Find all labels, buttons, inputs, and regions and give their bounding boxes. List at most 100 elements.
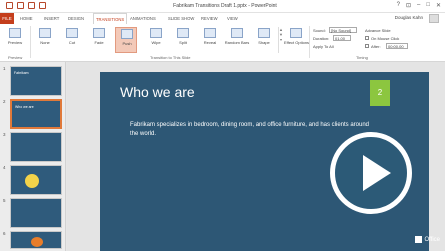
tab-slide-show[interactable]: SLIDE SHOW	[168, 13, 194, 24]
none-transition-icon	[39, 28, 51, 38]
slide-number: 4	[3, 165, 6, 170]
orange-shape-image	[31, 237, 43, 247]
window-controls: ? ⊡ – □ ✕	[397, 2, 441, 9]
slide-thumbnail[interactable]	[10, 231, 62, 249]
redo-icon[interactable]	[28, 2, 35, 9]
transition-cut[interactable]: Cut	[61, 27, 83, 53]
ribbon-tabs: FILE HOME INSERT DESIGN TRANSITIONS ANIM…	[0, 13, 445, 24]
tab-review[interactable]: REVIEW	[201, 13, 218, 24]
preview-icon	[9, 28, 21, 38]
gallery-more-button[interactable]: ▲ ▼ ▾	[278, 27, 283, 53]
group-label-transition: Transition to This Slide	[150, 55, 191, 60]
tab-transitions[interactable]: TRANSITIONS	[93, 13, 128, 24]
save-icon[interactable]	[6, 2, 13, 9]
transition-label: Shape	[258, 40, 270, 45]
slide-number: 3	[3, 132, 6, 137]
group-label-preview: Preview	[8, 55, 23, 60]
transition-label: Cut	[68, 40, 76, 45]
user-name[interactable]: Douglas Kahn	[395, 15, 423, 20]
play-icon	[363, 155, 391, 191]
sound-dropdown[interactable]: [No Sound]	[329, 27, 357, 33]
preview-button[interactable]: Preview	[4, 27, 26, 53]
watermark-text: Office	[424, 237, 440, 244]
split-transition-icon	[177, 28, 189, 38]
slide-body-text[interactable]: Fabrikam specializes in bedroom, dining …	[130, 121, 370, 138]
slide-number: 2	[3, 99, 6, 104]
document-title: Fabrikam Transitions Draft 1.pptx - Powe…	[173, 3, 277, 9]
slide-number: 1	[3, 66, 6, 71]
random-bars-transition-icon	[231, 28, 243, 38]
wipe-transition-icon	[150, 28, 162, 38]
sound-label: Sound:	[313, 28, 326, 33]
pie-chart-image	[25, 174, 39, 188]
thumbnail-title: Fabrikam	[14, 71, 29, 75]
title-bar: Fabrikam Transitions Draft 1.pptx - Powe…	[0, 0, 445, 13]
divider	[30, 26, 31, 58]
slide-thumbnail-panel: 1 Fabrikam 2 Who we are 3 4 5 6	[0, 62, 66, 251]
office-watermark: Office	[415, 236, 440, 243]
slide-number-badge: 2	[370, 80, 390, 106]
slide-thumbnail[interactable]	[10, 165, 62, 195]
slide-title[interactable]: Who we are	[120, 84, 195, 100]
tab-animations[interactable]: ANIMATIONS	[130, 13, 156, 24]
group-label-timing: Timing	[356, 55, 368, 60]
ribbon-display-icon[interactable]: ⊡	[406, 2, 411, 9]
effect-options-label: Effect Options	[284, 40, 310, 45]
reveal-transition-icon	[204, 28, 216, 38]
after-time-input[interactable]: 00:00.00	[386, 43, 408, 49]
slide-thumbnail-selected[interactable]: Who we are	[10, 99, 62, 129]
transition-random-bars[interactable]: Random Bars	[224, 27, 250, 53]
slide-number: 6	[3, 231, 6, 236]
slide-thumbnail[interactable]	[10, 198, 62, 228]
transition-fade[interactable]: Fade	[88, 27, 110, 53]
help-icon[interactable]: ?	[397, 2, 400, 9]
tab-file[interactable]: FILE	[0, 13, 14, 24]
tab-insert[interactable]: INSERT	[44, 13, 59, 24]
transition-label: Split	[179, 40, 187, 45]
on-mouse-click-label: On Mouse Click	[371, 36, 400, 41]
transition-reveal[interactable]: Reveal	[199, 27, 221, 53]
transition-label: Push	[122, 41, 132, 46]
advance-slide-label: Advance Slide	[365, 28, 391, 33]
after-checkbox[interactable]	[365, 44, 369, 48]
effect-options-button[interactable]: Effect Options	[284, 27, 310, 53]
after-label: After:	[371, 44, 381, 49]
transition-split[interactable]: Split	[172, 27, 194, 53]
shape-transition-icon	[258, 28, 270, 38]
transition-label: Fade	[94, 40, 104, 45]
undo-icon[interactable]	[17, 2, 24, 9]
slide-thumbnail[interactable]	[10, 132, 62, 162]
cut-transition-icon	[66, 28, 78, 38]
tab-view[interactable]: VIEW	[227, 13, 238, 24]
avatar[interactable]	[429, 14, 439, 23]
transition-shape[interactable]: Shape	[253, 27, 275, 53]
duration-input[interactable]: 01.00	[333, 35, 351, 41]
office-logo-icon	[415, 236, 423, 243]
ribbon: Preview None Cut Fade Push Wipe Split Re…	[0, 24, 445, 62]
fade-transition-icon	[93, 28, 105, 38]
divider	[309, 26, 310, 58]
on-mouse-click-checkbox[interactable]	[365, 36, 369, 40]
transition-wipe[interactable]: Wipe	[145, 27, 167, 53]
minimize-icon[interactable]: –	[417, 2, 420, 9]
transition-label: None	[40, 40, 50, 45]
slide-thumbnail[interactable]: Fabrikam	[10, 66, 62, 96]
apply-to-all-button[interactable]: Apply To All	[313, 44, 334, 49]
powerpoint-window: Fabrikam Transitions Draft 1.pptx - Powe…	[0, 0, 445, 251]
slideshow-icon[interactable]	[39, 2, 46, 9]
close-icon[interactable]: ✕	[436, 2, 441, 9]
push-transition-icon	[121, 29, 133, 39]
preview-label: Preview	[7, 40, 23, 45]
tab-design[interactable]: DESIGN	[68, 13, 84, 24]
maximize-icon[interactable]: □	[426, 2, 430, 9]
duration-label: Duration:	[313, 36, 330, 41]
tab-home[interactable]: HOME	[20, 13, 33, 24]
transition-none[interactable]: None	[34, 27, 56, 53]
transition-push[interactable]: Push	[115, 27, 137, 53]
transition-label: Random Bars	[224, 40, 250, 45]
video-play-button[interactable]	[330, 132, 412, 214]
quick-access-toolbar	[6, 2, 46, 9]
slide-number: 5	[3, 198, 6, 203]
thumbnail-title: Who we are	[15, 105, 34, 109]
transition-label: Reveal	[203, 40, 217, 45]
